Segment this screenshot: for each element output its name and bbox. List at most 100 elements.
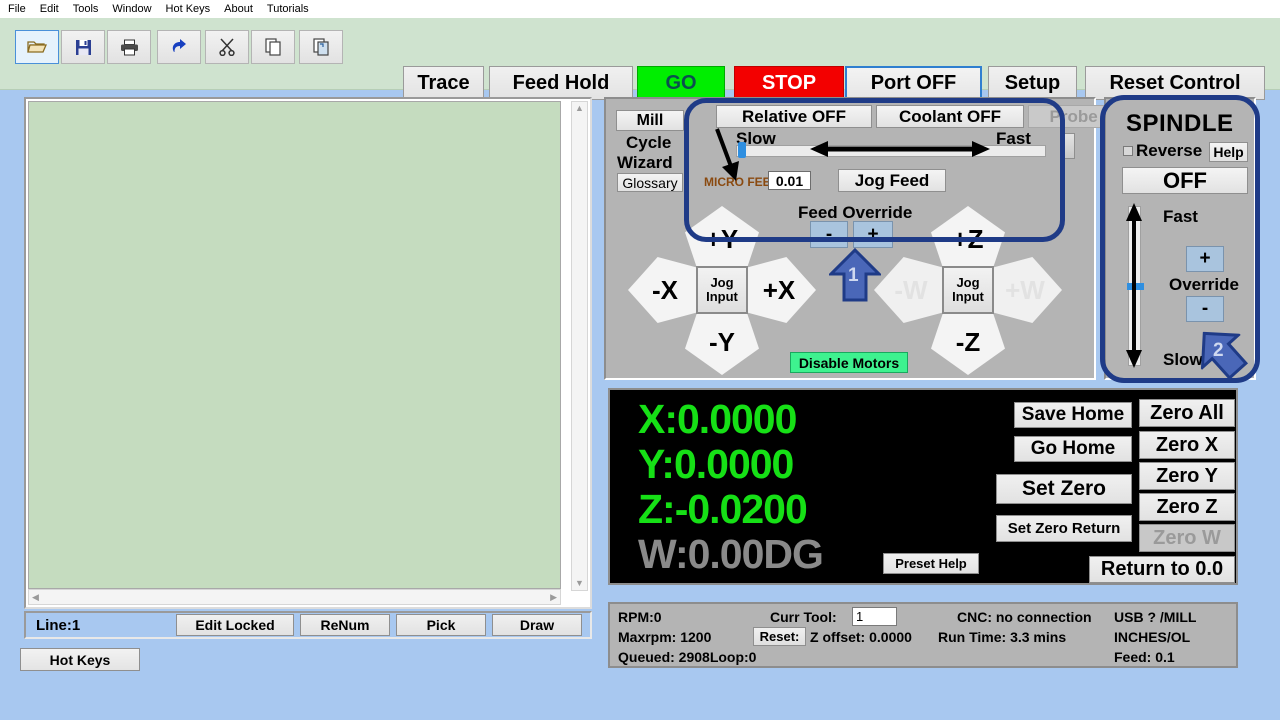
jog-minus-x-button[interactable]: -X xyxy=(628,257,702,323)
status-cnc-connection: CNC: no connection xyxy=(957,609,1092,625)
spindle-title: SPINDLE xyxy=(1126,110,1234,137)
feed-override-label: Feed Override xyxy=(798,203,913,222)
setup-button[interactable]: Setup xyxy=(988,66,1077,100)
copy-icon xyxy=(264,38,282,56)
undo-icon xyxy=(169,38,189,56)
pick-button[interactable]: Pick xyxy=(396,614,486,636)
cycle-wizard-label-line2[interactable]: Wizard xyxy=(617,153,673,173)
glossary-button[interactable]: Glossary xyxy=(617,173,683,192)
zero-y-button[interactable]: Zero Y xyxy=(1139,462,1235,490)
print-button[interactable] xyxy=(107,30,151,64)
cut-button[interactable] xyxy=(205,30,249,64)
go-home-button[interactable]: Go Home xyxy=(1014,436,1132,462)
draw-button[interactable]: Draw xyxy=(492,614,582,636)
print-icon xyxy=(120,39,139,56)
jog-speed-slider-thumb[interactable] xyxy=(738,142,746,158)
save-button[interactable] xyxy=(61,30,105,64)
zero-x-button[interactable]: Zero X xyxy=(1139,431,1235,459)
status-z-offset: Z offset: 0.0000 xyxy=(810,629,912,645)
callout-1-number: 1 xyxy=(848,265,859,286)
preset-help-button[interactable]: Preset Help xyxy=(883,553,979,574)
spindle-fast-label: Fast xyxy=(1163,207,1198,226)
cycle-wizard-label-line1[interactable]: Cycle xyxy=(626,133,671,153)
zero-all-button[interactable]: Zero All xyxy=(1139,399,1235,427)
editor-horizontal-scrollbar[interactable]: ◀ ▶ xyxy=(28,589,561,605)
zero-w-button: Zero W xyxy=(1139,524,1235,552)
jog-panel-side-handle[interactable] xyxy=(1061,133,1075,159)
coolant-toggle-button[interactable]: Coolant OFF xyxy=(876,105,1024,128)
jog-input-xy-line2: Input xyxy=(706,289,738,304)
menu-item-edit[interactable]: Edit xyxy=(40,0,59,18)
menu-item-file[interactable]: File xyxy=(8,0,26,18)
paste-button[interactable] xyxy=(299,30,343,64)
open-folder-icon xyxy=(27,39,47,55)
paste-icon xyxy=(312,38,330,56)
toolbar: Trace Feed Hold GO STOP Port OFF Setup R… xyxy=(0,18,1280,100)
renum-button[interactable]: ReNum xyxy=(300,614,390,636)
menu-item-about[interactable]: About xyxy=(224,0,253,18)
open-folder-button[interactable] xyxy=(15,30,59,64)
spindle-slow-label: Slow xyxy=(1163,350,1203,369)
micro-feed-input[interactable]: 0.01 xyxy=(768,171,811,190)
scroll-left-icon[interactable]: ◀ xyxy=(29,591,42,604)
disable-motors-button[interactable]: Disable Motors xyxy=(790,352,908,373)
feed-override-minus-button[interactable]: - xyxy=(810,221,848,248)
feed-hold-button[interactable]: Feed Hold xyxy=(489,66,633,100)
jog-feed-button[interactable]: Jog Feed xyxy=(838,169,946,192)
editor-vertical-scrollbar[interactable]: ▲ ▼ xyxy=(571,101,588,591)
go-button[interactable]: GO xyxy=(637,66,725,100)
relative-toggle-button[interactable]: Relative OFF xyxy=(716,105,872,128)
hot-keys-button[interactable]: Hot Keys xyxy=(20,648,140,671)
jog-panel: Mill Cycle Wizard Glossary Relative OFF … xyxy=(604,97,1158,380)
dro-z-value: Z:-0.0200 xyxy=(638,486,808,532)
return-to-zero-button[interactable]: Return to 0.0 xyxy=(1089,556,1235,583)
jog-input-xy-line1: Jog xyxy=(710,275,734,290)
status-usb-mode: USB ? /MILL xyxy=(1114,609,1197,625)
spindle-help-button[interactable]: Help xyxy=(1209,142,1248,162)
reset-control-button[interactable]: Reset Control xyxy=(1085,66,1265,100)
jog-input-xy-button[interactable]: Jog Input xyxy=(696,266,748,314)
cut-scissors-icon xyxy=(218,38,236,56)
jog-plus-x-button[interactable]: +X xyxy=(742,257,816,323)
zero-z-button[interactable]: Zero Z xyxy=(1139,493,1235,521)
jog-plus-z-button[interactable]: +Z xyxy=(931,206,1005,272)
menu-item-tutorials[interactable]: Tutorials xyxy=(267,0,309,18)
menu-item-tools[interactable]: Tools xyxy=(73,0,99,18)
feed-override-plus-button[interactable]: + xyxy=(853,221,893,248)
scroll-down-icon[interactable]: ▼ xyxy=(572,577,587,590)
reset-button[interactable]: Reset: xyxy=(753,627,806,646)
spindle-panel: SPINDLE Reverse Help OFF Fast Slow + Ove… xyxy=(1104,97,1256,380)
spindle-override-minus-button[interactable]: - xyxy=(1186,296,1224,322)
stop-button[interactable]: STOP xyxy=(734,66,844,100)
jog-minus-z-button[interactable]: -Z xyxy=(931,309,1005,375)
spindle-override-plus-button[interactable]: + xyxy=(1186,246,1224,272)
save-disk-icon xyxy=(75,39,92,56)
mill-button[interactable]: Mill xyxy=(616,110,684,131)
menu-item-window[interactable]: Window xyxy=(112,0,151,18)
spindle-speed-slider-thumb[interactable] xyxy=(1127,283,1144,290)
spindle-speed-slider[interactable] xyxy=(1127,206,1144,366)
jog-plus-w-button: +W xyxy=(988,257,1062,323)
jog-input-zw-button[interactable]: Jog Input xyxy=(942,266,994,314)
save-home-button[interactable]: Save Home xyxy=(1014,402,1132,428)
gcode-editor-area[interactable] xyxy=(28,101,561,589)
spindle-onoff-button[interactable]: OFF xyxy=(1122,167,1248,194)
jog-plus-y-button[interactable]: +Y xyxy=(685,206,759,272)
current-tool-input[interactable]: 1 xyxy=(852,607,897,626)
spindle-reverse-checkbox[interactable] xyxy=(1123,146,1133,156)
port-toggle-button[interactable]: Port OFF xyxy=(845,66,982,100)
jog-speed-slider[interactable] xyxy=(736,142,1046,158)
menu-item-hot-keys[interactable]: Hot Keys xyxy=(166,0,211,18)
undo-button[interactable] xyxy=(157,30,201,64)
edit-locked-button[interactable]: Edit Locked xyxy=(176,614,294,636)
jog-minus-y-button[interactable]: -Y xyxy=(685,309,759,375)
scroll-right-icon[interactable]: ▶ xyxy=(547,591,560,604)
status-run-time: Run Time: 3.3 mins xyxy=(938,629,1067,645)
status-rpm: RPM:0 xyxy=(618,609,662,625)
copy-button[interactable] xyxy=(251,30,295,64)
dro-x-value: X:0.0000 xyxy=(638,396,797,442)
set-zero-button[interactable]: Set Zero xyxy=(996,474,1132,504)
scroll-up-icon[interactable]: ▲ xyxy=(572,102,587,115)
set-zero-return-button[interactable]: Set Zero Return xyxy=(996,515,1132,542)
trace-button[interactable]: Trace xyxy=(403,66,484,100)
